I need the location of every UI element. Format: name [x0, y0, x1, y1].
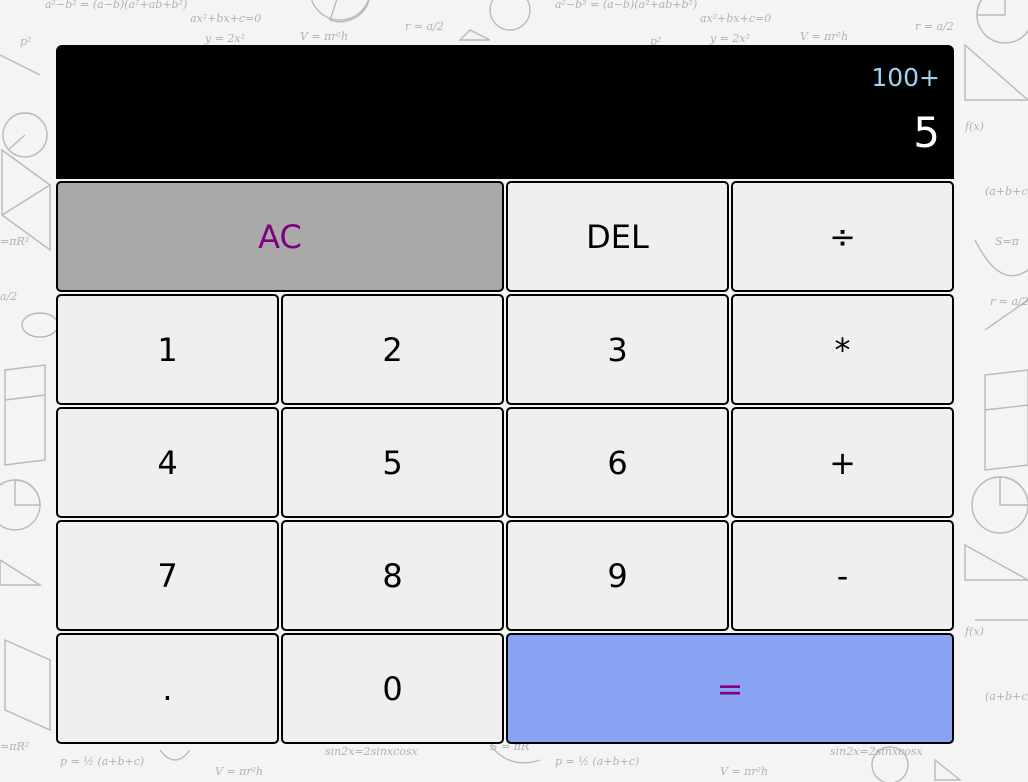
svg-text:p²: p² — [20, 35, 31, 48]
digit-9-button[interactable]: 9 — [506, 520, 729, 631]
svg-text:a²−b² = (a−b)(a²+ab+b²): a²−b² = (a−b)(a²+ab+b²) — [555, 0, 697, 11]
previous-operand: 100+ — [871, 63, 940, 92]
divide-button[interactable]: ÷ — [731, 181, 954, 292]
digit-2-button[interactable]: 2 — [281, 294, 504, 405]
svg-text:(a+b+c): (a+b+c) — [985, 185, 1028, 198]
svg-text:p = ½ (a+b+c): p = ½ (a+b+c) — [60, 755, 144, 768]
svg-text:a²−b² = (a−b)(a²+ab+b²): a²−b² = (a−b)(a²+ab+b²) — [45, 0, 187, 11]
svg-text:sin2x=2sinxcosx: sin2x=2sinxcosx — [830, 745, 924, 758]
subtract-button[interactable]: - — [731, 520, 954, 631]
equals-button[interactable]: = — [506, 633, 954, 744]
digit-4-button[interactable]: 4 — [56, 407, 279, 518]
svg-text:y = 2x²: y = 2x² — [204, 32, 245, 45]
decimal-button[interactable]: . — [56, 633, 279, 744]
svg-text:f(x): f(x) — [964, 120, 984, 133]
digit-8-button[interactable]: 8 — [281, 520, 504, 631]
calculator-display: 100+ 5 — [56, 45, 954, 179]
add-button[interactable]: + — [731, 407, 954, 518]
svg-text:V = πr²h: V = πr²h — [800, 30, 848, 43]
svg-text:a/2: a/2 — [0, 290, 17, 303]
digit-7-button[interactable]: 7 — [56, 520, 279, 631]
svg-text:S=π: S=π — [995, 235, 1020, 248]
svg-text:=πR²: =πR² — [0, 235, 29, 248]
svg-text:(a+b+c): (a+b+c) — [985, 690, 1028, 703]
svg-text:ax²+bx+c=0: ax²+bx+c=0 — [190, 12, 261, 25]
svg-text:=πR²: =πR² — [0, 740, 29, 753]
svg-text:V = πr²h: V = πr²h — [720, 765, 768, 778]
digit-0-button[interactable]: 0 — [281, 633, 504, 744]
svg-text:r = a/2: r = a/2 — [990, 295, 1028, 308]
delete-button[interactable]: DEL — [506, 181, 729, 292]
digit-6-button[interactable]: 6 — [506, 407, 729, 518]
svg-text:f(x): f(x) — [964, 625, 984, 638]
multiply-button[interactable]: * — [731, 294, 954, 405]
calculator-grid: 100+ 5 AC DEL ÷ 1 2 3 * 4 5 6 + 7 8 9 - … — [56, 45, 956, 744]
all-clear-button[interactable]: AC — [56, 181, 504, 292]
svg-text:V = πr²h: V = πr²h — [215, 765, 263, 778]
digit-5-button[interactable]: 5 — [281, 407, 504, 518]
current-operand: 5 — [913, 108, 940, 157]
digit-3-button[interactable]: 3 — [506, 294, 729, 405]
svg-text:ax²+bx+c=0: ax²+bx+c=0 — [700, 12, 771, 25]
digit-1-button[interactable]: 1 — [56, 294, 279, 405]
svg-text:V = πr²h: V = πr²h — [300, 30, 348, 43]
svg-text:p = ½ (a+b+c): p = ½ (a+b+c) — [555, 755, 639, 768]
svg-text:r = a/2: r = a/2 — [915, 20, 954, 33]
svg-text:y = 2x²: y = 2x² — [709, 32, 750, 45]
svg-text:sin2x=2sinxcosx: sin2x=2sinxcosx — [325, 745, 419, 758]
svg-text:r = a/2: r = a/2 — [405, 20, 444, 33]
